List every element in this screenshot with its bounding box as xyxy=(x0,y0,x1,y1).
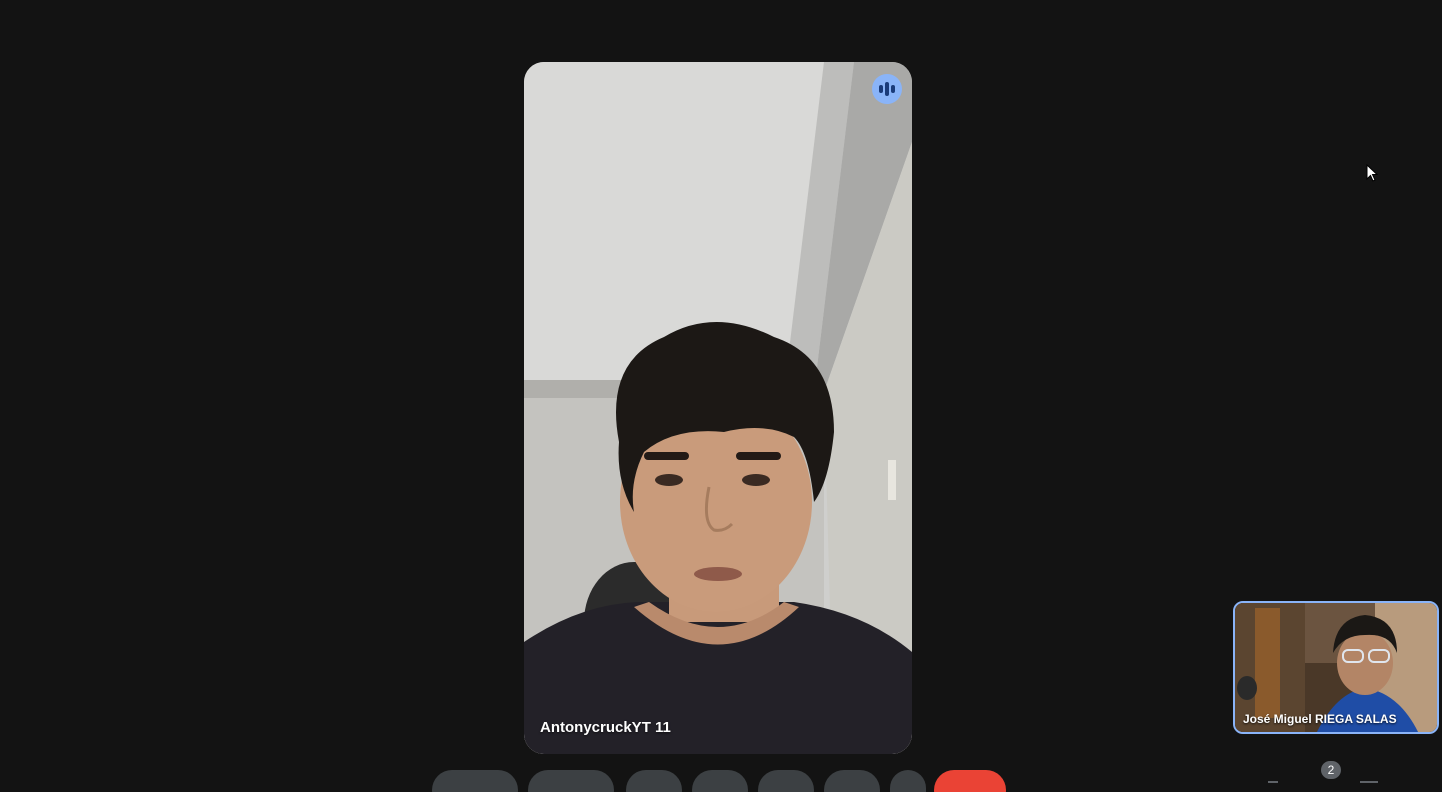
self-view-tile[interactable]: José Miguel RIEGA SALAS xyxy=(1233,601,1439,734)
raise-hand-button[interactable] xyxy=(824,770,880,792)
info-button[interactable] xyxy=(1268,781,1278,783)
call-controls-bar xyxy=(0,768,1442,792)
participant-video xyxy=(524,62,912,754)
camera-button[interactable] xyxy=(528,770,614,792)
mouse-cursor-icon xyxy=(1366,164,1378,182)
present-button[interactable] xyxy=(758,770,814,792)
captions-button[interactable] xyxy=(626,770,682,792)
main-participant-tile[interactable]: AntonycruckYT 11 xyxy=(524,62,912,754)
main-participant-name: AntonycruckYT 11 xyxy=(540,719,671,736)
self-view-name: José Miguel RIEGA SALAS xyxy=(1243,712,1397,726)
more-options-button[interactable] xyxy=(890,770,926,792)
leave-call-button[interactable] xyxy=(934,770,1006,792)
participants-count-badge[interactable]: 2 xyxy=(1321,761,1341,779)
microphone-button[interactable] xyxy=(432,770,518,792)
reactions-button[interactable] xyxy=(692,770,748,792)
audio-level-icon xyxy=(872,74,902,104)
meeting-stage: AntonycruckYT 11 José Miguel RIEGA SALAS xyxy=(0,0,1442,792)
chat-button[interactable] xyxy=(1360,781,1378,783)
